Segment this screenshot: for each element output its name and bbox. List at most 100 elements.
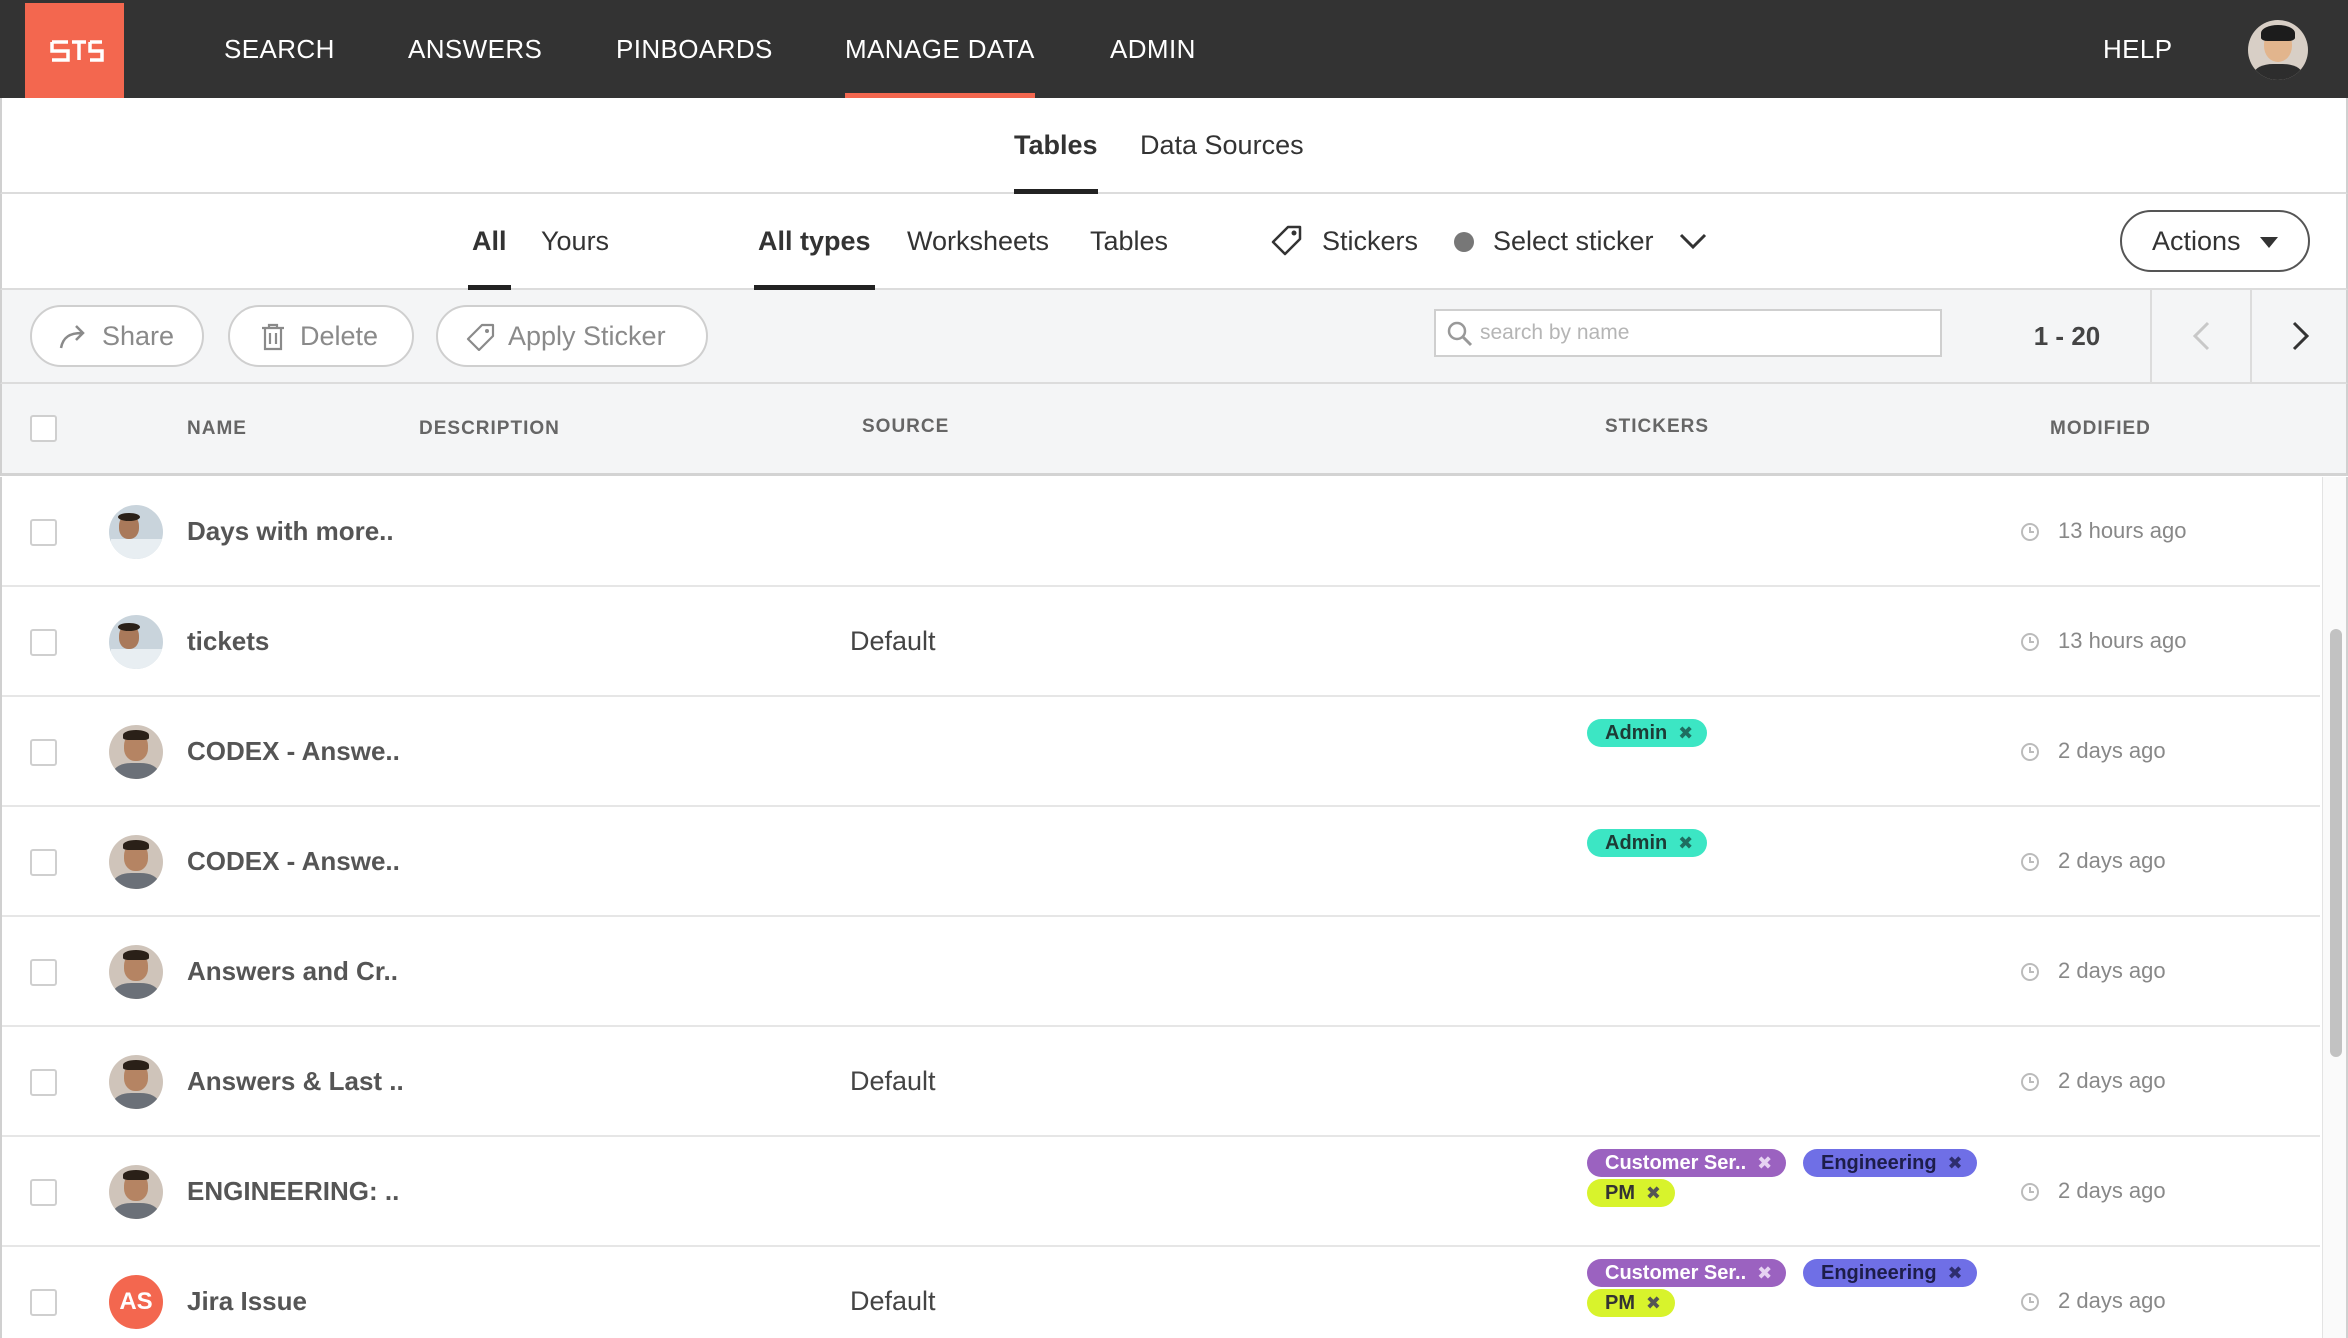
remove-sticker-icon[interactable]: ✖ <box>1678 719 1693 747</box>
table-row[interactable]: Days with more.. 13 hours ago <box>2 477 2320 587</box>
top-nav-bar: SEARCH ANSWERS PINBOARDS MANAGE DATA ADM… <box>0 0 2348 98</box>
sticker-customer-service[interactable]: Customer Ser.. ✖ <box>1587 1259 1787 1287</box>
row-name[interactable]: Jira Issue <box>187 1247 307 1338</box>
column-name[interactable]: NAME <box>187 384 247 473</box>
user-avatar[interactable] <box>2248 20 2308 80</box>
nav-search[interactable]: SEARCH <box>224 0 335 98</box>
remove-sticker-icon[interactable]: ✖ <box>1646 1289 1661 1317</box>
actions-button[interactable]: Actions <box>2120 210 2310 272</box>
row-name[interactable]: Answers and Cr.. <box>187 917 398 1025</box>
sticker-label: Engineering <box>1821 1262 1937 1284</box>
delete-button[interactable]: Delete <box>228 305 414 367</box>
sticker-engineering[interactable]: Engineering ✖ <box>1803 1259 1977 1287</box>
tag-icon <box>1271 225 1302 256</box>
row-modified: 2 days ago <box>2058 1288 2166 1313</box>
row-modified: 2 days ago <box>2058 848 2166 873</box>
row-name[interactable]: Days with more.. <box>187 477 394 585</box>
tag-icon <box>466 323 495 351</box>
row-source: Default <box>850 1286 936 1316</box>
remove-sticker-icon[interactable]: ✖ <box>1947 1149 1962 1177</box>
clock-icon <box>2021 963 2039 981</box>
tab-tables[interactable]: Tables <box>1014 98 1098 194</box>
row-checkbox[interactable] <box>30 1289 57 1316</box>
row-modified: 13 hours ago <box>2058 518 2187 543</box>
table-row[interactable]: Answers & Last .. Default 2 days ago <box>2 1027 2320 1137</box>
vertical-scrollbar[interactable] <box>2322 477 2346 1338</box>
nav-help[interactable]: HELP <box>2103 0 2173 98</box>
table-row[interactable]: CODEX - Answe.. Admin ✖ 2 days ago <box>2 697 2320 807</box>
column-source[interactable]: SOURCE <box>862 382 949 471</box>
filter-yours[interactable]: Yours <box>541 194 609 288</box>
sticker-admin[interactable]: Admin ✖ <box>1587 829 1708 857</box>
remove-sticker-icon[interactable]: ✖ <box>1947 1259 1962 1287</box>
prev-page-button[interactable] <box>2150 290 2250 382</box>
delete-label: Delete <box>300 321 379 351</box>
chevron-down-icon[interactable] <box>1678 229 1708 253</box>
row-modified: 2 days ago <box>2058 1068 2166 1093</box>
author-avatar <box>109 505 163 559</box>
remove-sticker-icon[interactable]: ✖ <box>1646 1179 1661 1207</box>
row-checkbox[interactable] <box>30 1069 57 1096</box>
search-input[interactable] <box>1480 315 1930 351</box>
column-stickers[interactable]: STICKERS <box>1605 382 1709 471</box>
sticker-customer-service[interactable]: Customer Ser.. ✖ <box>1587 1149 1787 1177</box>
sticker-pm[interactable]: PM ✖ <box>1587 1289 1675 1317</box>
page-range: 1 - 20 <box>2033 321 2101 351</box>
clock-icon <box>2021 523 2039 541</box>
table-row[interactable]: AS Jira Issue Default Customer Ser.. ✖ En… <box>2 1247 2320 1338</box>
table-row[interactable]: ENGINEERING: .. Customer Ser.. ✖ Engineer… <box>2 1137 2320 1247</box>
author-avatar <box>109 945 163 999</box>
row-modified: 2 days ago <box>2058 958 2166 983</box>
sticker-pm[interactable]: PM ✖ <box>1587 1179 1675 1207</box>
nav-answers[interactable]: ANSWERS <box>408 0 542 98</box>
sticker-admin[interactable]: Admin ✖ <box>1587 719 1708 747</box>
share-icon <box>59 325 85 349</box>
row-name[interactable]: CODEX - Answe.. <box>187 697 400 805</box>
row-name[interactable]: tickets <box>187 587 269 695</box>
next-page-button[interactable] <box>2250 290 2348 382</box>
nav-admin[interactable]: ADMIN <box>1110 0 1196 98</box>
nav-manage-data[interactable]: MANAGE DATA <box>845 0 1035 98</box>
clock-icon <box>2021 1073 2039 1091</box>
row-checkbox[interactable] <box>30 1179 57 1206</box>
row-checkbox[interactable] <box>30 739 57 766</box>
remove-sticker-icon[interactable]: ✖ <box>1757 1149 1772 1177</box>
app-logo[interactable] <box>25 3 124 98</box>
row-source: Default <box>850 1066 936 1096</box>
filter-tables[interactable]: Tables <box>1090 194 1168 288</box>
tab-data-sources[interactable]: Data Sources <box>1140 98 1304 192</box>
column-description[interactable]: DESCRIPTION <box>419 384 560 473</box>
filter-all-types[interactable]: All types <box>754 194 875 290</box>
remove-sticker-icon[interactable]: ✖ <box>1678 829 1693 857</box>
clock-icon <box>2021 1183 2039 1201</box>
row-name[interactable]: ENGINEERING: .. <box>187 1137 399 1245</box>
table-row[interactable]: CODEX - Answe.. Admin ✖ 2 days ago <box>2 807 2320 917</box>
row-checkbox[interactable] <box>30 519 57 546</box>
row-checkbox[interactable] <box>30 849 57 876</box>
table-header: NAME DESCRIPTION SOURCE STICKERS MODIFIE… <box>0 384 2348 476</box>
select-sticker-dropdown[interactable]: Select sticker <box>1493 194 1654 288</box>
row-checkbox[interactable] <box>30 959 57 986</box>
remove-sticker-icon[interactable]: ✖ <box>1757 1259 1772 1287</box>
sticker-engineering[interactable]: Engineering ✖ <box>1803 1149 1977 1177</box>
chevron-right-icon <box>2292 321 2310 351</box>
nav-pinboards[interactable]: PINBOARDS <box>616 0 773 98</box>
sticker-label: Customer Ser.. <box>1605 1262 1747 1284</box>
actions-label: Actions <box>2152 226 2241 256</box>
row-name[interactable]: CODEX - Answe.. <box>187 807 400 915</box>
filter-worksheets[interactable]: Worksheets <box>907 194 1049 288</box>
apply-sticker-button[interactable]: Apply Sticker <box>436 305 708 367</box>
sticker-label: Customer Ser.. <box>1605 1152 1747 1174</box>
column-modified[interactable]: MODIFIED <box>2050 384 2151 473</box>
table-row[interactable]: tickets Default 13 hours ago <box>2 587 2320 697</box>
select-all-checkbox[interactable] <box>30 415 57 442</box>
filter-all[interactable]: All <box>468 194 510 290</box>
clock-icon <box>2021 853 2039 871</box>
sticker-label: Engineering <box>1821 1152 1937 1174</box>
table-row[interactable]: Answers and Cr.. 2 days ago <box>2 917 2320 1027</box>
row-name[interactable]: Answers & Last .. <box>187 1027 404 1135</box>
row-checkbox[interactable] <box>30 629 57 656</box>
share-button[interactable]: Share <box>30 305 204 367</box>
scrollbar-thumb[interactable] <box>2330 629 2342 1057</box>
author-avatar <box>109 615 163 669</box>
